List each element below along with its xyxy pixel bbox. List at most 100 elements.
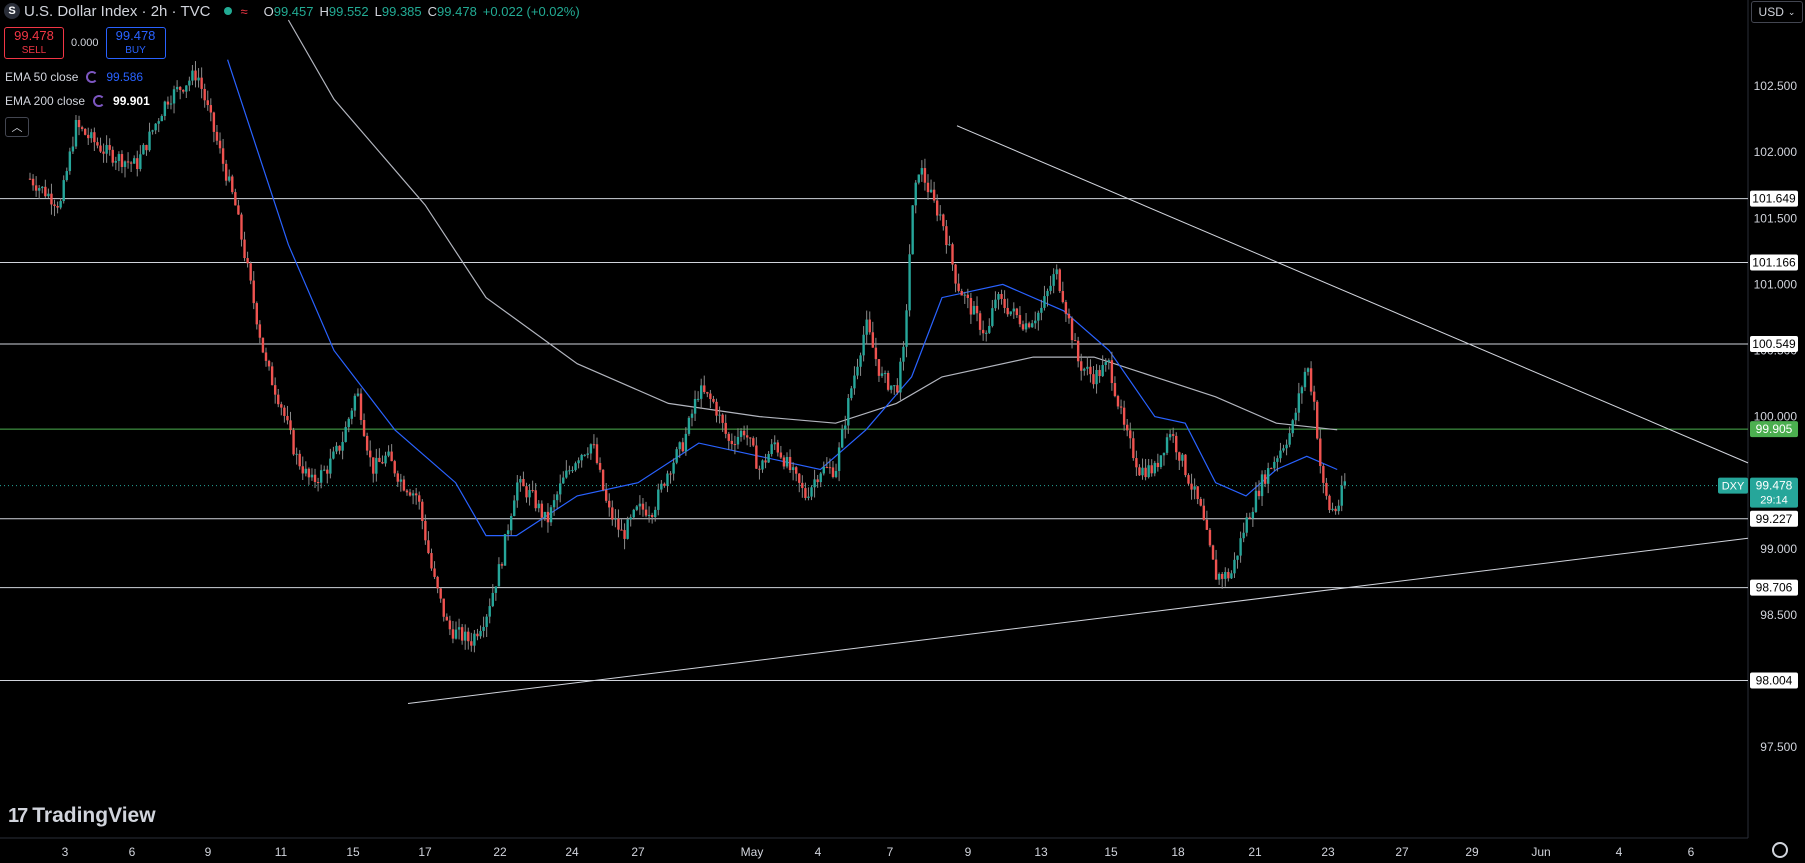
candle-body: [546, 511, 550, 523]
candle-body: [136, 158, 139, 170]
candle-body: [482, 626, 485, 631]
candle-body: [362, 420, 366, 436]
candle-body: [1202, 505, 1206, 520]
candle-body: [565, 470, 568, 478]
candle-body: [436, 576, 439, 589]
candle-body: [224, 163, 228, 181]
candle-body: [93, 132, 96, 143]
candle-body: [301, 466, 304, 474]
candle-body: [1273, 461, 1276, 469]
candle-body: [491, 592, 494, 607]
wave-icon: ≈: [240, 3, 248, 19]
tradingview-logo-text: TradingView: [32, 804, 156, 827]
candle-body: [608, 500, 611, 508]
indicator-ema200[interactable]: EMA 200 close 99.901: [5, 94, 150, 108]
candle-body: [99, 145, 102, 152]
candle-body: [1144, 467, 1147, 478]
price-tick-3: 99.000: [1760, 542, 1797, 556]
candle-body: [703, 385, 706, 393]
candle-body: [663, 483, 666, 486]
candle-body: [188, 80, 191, 86]
candle-body: [914, 182, 917, 206]
candle-body: [123, 161, 127, 167]
candle-body: [451, 629, 455, 639]
settings-icon[interactable]: [1772, 842, 1788, 858]
symbol-icon[interactable]: S: [4, 3, 20, 19]
buy-button[interactable]: 99.478 BUY: [105, 27, 166, 59]
candle-body: [666, 473, 669, 486]
candle-body: [957, 283, 960, 291]
candle-body: [589, 444, 593, 454]
candle-body: [562, 477, 565, 484]
candle-body: [126, 161, 130, 163]
candle-body: [50, 193, 53, 205]
collapse-legend-button[interactable]: ︿: [5, 117, 29, 137]
candle-body: [1113, 383, 1117, 397]
candle-body: [1300, 387, 1304, 394]
candle-body: [580, 454, 583, 461]
candle-body: [509, 516, 513, 531]
candle-body: [1089, 366, 1092, 375]
tradingview-logo[interactable]: 17 TradingView: [8, 804, 156, 828]
candle-body: [1067, 313, 1071, 319]
candle-body: [1221, 573, 1224, 579]
candle-body: [411, 493, 415, 496]
candle-body: [1162, 452, 1166, 456]
candle-body: [1175, 435, 1178, 453]
candle-body: [295, 453, 298, 455]
candle-body: [332, 451, 335, 459]
candle-body: [114, 160, 118, 163]
candle-body: [323, 469, 326, 471]
candle-body: [1328, 495, 1331, 511]
indicator-ema50[interactable]: EMA 50 close 99.586: [5, 70, 143, 84]
candle-body: [182, 89, 185, 92]
candle-body: [1297, 393, 1301, 413]
ohlc-high-value: 99.552: [328, 3, 369, 19]
symbol-title[interactable]: U.S. Dollar Index · 2h · TVC: [24, 3, 210, 20]
candle-body: [822, 467, 825, 474]
candle-body: [1279, 450, 1282, 459]
candle-body: [169, 103, 173, 105]
candle-body: [228, 176, 231, 181]
candle-body: [874, 347, 878, 360]
candle-body: [620, 529, 623, 531]
candle-body: [632, 509, 635, 518]
candle-body: [151, 130, 154, 132]
candle-body: [427, 540, 430, 554]
candle-body: [433, 568, 436, 577]
time-tick-16: 21: [1248, 845, 1262, 859]
candle-body: [319, 470, 323, 483]
candle-body: [307, 468, 311, 478]
candle-body: [598, 462, 602, 470]
candle-body: [56, 205, 59, 208]
time-tick-5: 17: [418, 845, 432, 859]
candle-body: [739, 430, 743, 437]
candle-body: [543, 511, 547, 518]
price-tick-7: 101.000: [1754, 277, 1798, 291]
time-tick-6: 22: [493, 845, 507, 859]
ema200-line: [287, 19, 1338, 431]
price-chart[interactable]: 97.50098.00098.50099.00099.500100.000100…: [0, 0, 1805, 863]
candle-body: [1076, 340, 1080, 362]
trendline-support: [407, 537, 1749, 704]
candle-body: [71, 146, 75, 152]
candle-body: [687, 417, 691, 434]
currency-selector[interactable]: USD ⌄: [1751, 1, 1803, 23]
candle-body: [476, 633, 479, 637]
candle-body: [34, 185, 38, 191]
candle-body: [785, 456, 789, 467]
sell-button[interactable]: 99.478 SELL: [4, 27, 64, 59]
candle-body: [240, 214, 243, 240]
candle-body: [1312, 391, 1316, 402]
candle-body: [1046, 290, 1049, 297]
candle-body: [387, 451, 390, 456]
candle-body: [384, 455, 387, 464]
candle-body: [1303, 371, 1307, 388]
candle-body: [197, 77, 200, 81]
candle-body: [736, 436, 740, 445]
candle-body: [1095, 369, 1098, 385]
candle-body: [47, 193, 50, 197]
candle-body: [1000, 294, 1003, 299]
candle-body: [966, 294, 970, 298]
sell-label: SELL: [21, 45, 47, 56]
